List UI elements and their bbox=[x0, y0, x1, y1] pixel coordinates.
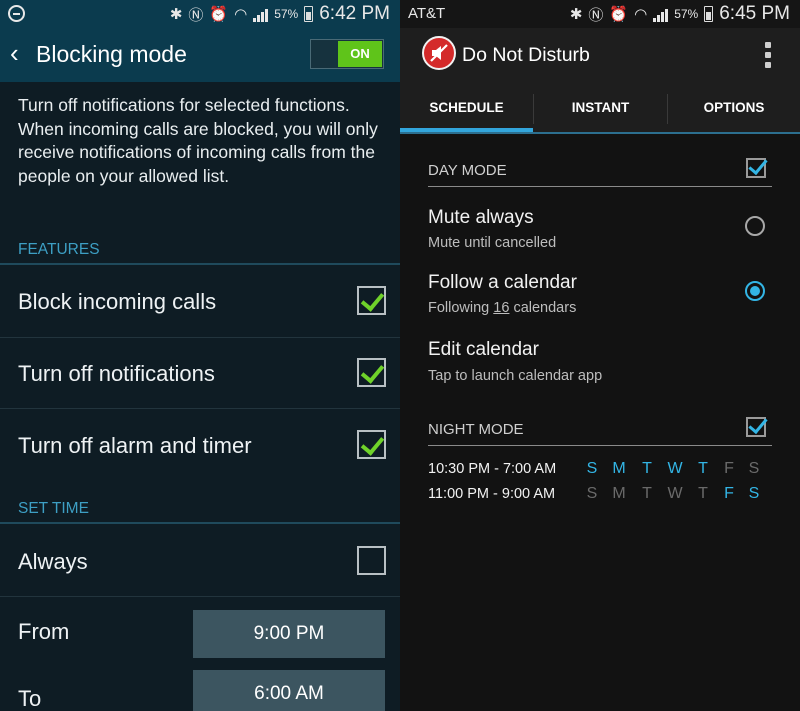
block-calls-label[interactable]: Block incoming calls bbox=[18, 289, 216, 315]
bluetooth-icon: ✱ bbox=[169, 6, 183, 23]
turn-off-notifications-label[interactable]: Turn off notifications bbox=[18, 361, 215, 387]
speaker-slash-icon bbox=[430, 44, 448, 62]
divider bbox=[0, 522, 400, 524]
description: Turn off notifications for selected func… bbox=[18, 95, 378, 186]
tab-bar: SCHEDULE INSTANT OPTIONS bbox=[400, 84, 800, 134]
mute-always-title[interactable]: Mute always bbox=[428, 207, 534, 229]
schedule-time-range: 10:30 PM - 7:00 AM bbox=[428, 461, 557, 477]
page-title: Blocking mode bbox=[36, 41, 187, 67]
night-mode-checkbox[interactable] bbox=[746, 417, 766, 437]
action-bar: ‹ Blocking mode ON bbox=[0, 28, 400, 82]
tab-options[interactable]: OPTIONS bbox=[668, 84, 800, 132]
night-mode-header: NIGHT MODE bbox=[428, 421, 524, 438]
day-toggle[interactable]: F bbox=[719, 485, 739, 503]
nfc-icon: Ⓝ bbox=[188, 6, 204, 24]
day-toggle[interactable]: T bbox=[693, 460, 713, 478]
day-toggle[interactable]: M bbox=[609, 485, 629, 503]
schedule-time-range: 11:00 PM - 9:00 AM bbox=[428, 486, 556, 502]
set-time-header: SET TIME bbox=[18, 500, 89, 517]
day-mode-checkbox[interactable] bbox=[746, 158, 766, 178]
action-bar: Do Not Disturb bbox=[400, 28, 800, 84]
status-bar: ✱ Ⓝ ⏰ ◠ 57% 6:42 PM bbox=[0, 0, 400, 28]
to-time-button[interactable]: 6:00 AM bbox=[193, 670, 385, 711]
divider bbox=[0, 337, 400, 338]
day-toggle[interactable]: S bbox=[582, 460, 602, 478]
status-bar: AT&T ✱ Ⓝ ⏰ ◠ 57% 6:45 PM bbox=[400, 0, 800, 28]
clock: 6:42 PM bbox=[319, 3, 390, 24]
mute-always-subtitle: Mute until cancelled bbox=[428, 235, 557, 251]
battery-icon bbox=[304, 6, 314, 22]
signal-icon bbox=[253, 7, 269, 22]
alarm-icon: ⏰ bbox=[609, 6, 629, 23]
block-calls-checkbox[interactable] bbox=[357, 286, 386, 315]
overflow-menu-icon[interactable] bbox=[765, 42, 771, 68]
back-icon[interactable]: ‹ bbox=[10, 38, 19, 68]
follow-calendar-title[interactable]: Follow a calendar bbox=[428, 272, 577, 294]
divider bbox=[428, 186, 772, 187]
day-toggle[interactable]: S bbox=[744, 485, 764, 503]
battery-percent: 57% bbox=[274, 7, 299, 21]
tab-indicator bbox=[400, 128, 533, 132]
day-toggle[interactable]: T bbox=[637, 460, 657, 478]
battery-icon bbox=[704, 6, 714, 22]
turn-off-alarm-checkbox[interactable] bbox=[357, 430, 386, 459]
day-toggle[interactable]: T bbox=[693, 485, 713, 503]
to-label: To bbox=[18, 686, 42, 711]
do-not-disturb-icon bbox=[8, 5, 25, 22]
wifi-icon: ◠ bbox=[234, 6, 248, 23]
day-toggle[interactable]: S bbox=[582, 485, 602, 503]
always-checkbox[interactable] bbox=[357, 546, 386, 575]
day-toggle[interactable]: M bbox=[609, 460, 629, 478]
divider bbox=[0, 408, 400, 409]
page-title: Do Not Disturb bbox=[462, 44, 590, 66]
wifi-icon: ◠ bbox=[634, 6, 648, 23]
divider bbox=[0, 596, 400, 597]
edit-calendar-title[interactable]: Edit calendar bbox=[428, 339, 539, 361]
from-time-button[interactable]: 9:00 PM bbox=[193, 610, 385, 658]
signal-icon bbox=[653, 7, 669, 22]
features-header: FEATURES bbox=[18, 241, 100, 258]
day-toggle[interactable]: W bbox=[665, 485, 685, 503]
blocking-mode-toggle[interactable]: ON bbox=[310, 39, 384, 69]
day-toggle[interactable]: W bbox=[665, 460, 685, 478]
calendar-count: 16 bbox=[493, 300, 510, 316]
tab-schedule[interactable]: SCHEDULE bbox=[400, 84, 533, 132]
toggle-on-label: ON bbox=[338, 41, 382, 67]
mute-speaker-icon bbox=[422, 36, 456, 70]
blocking-mode-screen: ✱ Ⓝ ⏰ ◠ 57% 6:42 PM ‹ Blocking mode ON T… bbox=[0, 0, 400, 711]
do-not-disturb-screen: AT&T ✱ Ⓝ ⏰ ◠ 57% 6:45 PM Do Not Disturb … bbox=[400, 0, 800, 711]
from-label: From bbox=[18, 619, 70, 644]
mute-always-radio[interactable] bbox=[745, 216, 765, 236]
turn-off-alarm-label[interactable]: Turn off alarm and timer bbox=[18, 433, 252, 459]
divider bbox=[428, 445, 772, 446]
always-label[interactable]: Always bbox=[18, 549, 88, 575]
alarm-icon: ⏰ bbox=[209, 6, 229, 23]
day-mode-header: DAY MODE bbox=[428, 162, 507, 179]
follow-calendar-subtitle: Following 16 calendars bbox=[428, 300, 577, 316]
edit-calendar-subtitle: Tap to launch calendar app bbox=[428, 368, 603, 384]
battery-percent: 57% bbox=[674, 7, 699, 21]
divider bbox=[0, 263, 400, 265]
turn-off-notifications-checkbox[interactable] bbox=[357, 358, 386, 387]
day-toggle[interactable]: T bbox=[637, 485, 657, 503]
follow-calendar-radio[interactable] bbox=[745, 281, 765, 301]
tab-instant[interactable]: INSTANT bbox=[534, 84, 667, 132]
clock: 6:45 PM bbox=[719, 3, 790, 24]
day-toggle[interactable]: F bbox=[719, 460, 739, 478]
day-toggle[interactable]: S bbox=[744, 460, 764, 478]
nfc-icon: Ⓝ bbox=[588, 6, 604, 24]
bluetooth-icon: ✱ bbox=[569, 6, 583, 23]
carrier: AT&T bbox=[408, 5, 446, 22]
